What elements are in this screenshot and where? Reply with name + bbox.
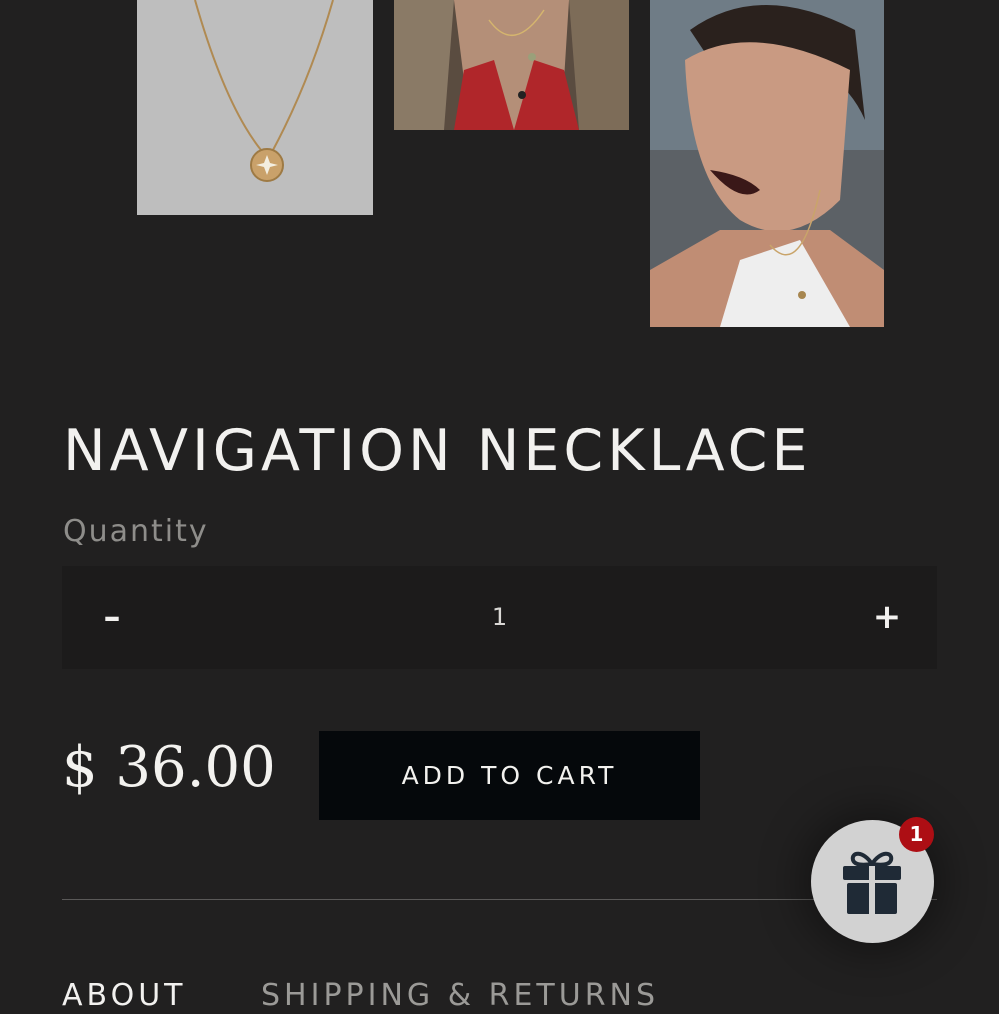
- product-title: NAVIGATION NECKLACE: [63, 418, 812, 484]
- product-image-model-plaid[interactable]: [394, 0, 629, 130]
- product-price: $ 36.00: [62, 735, 276, 800]
- tab-about[interactable]: ABOUT: [62, 978, 186, 1014]
- product-image-necklace[interactable]: [137, 0, 373, 215]
- quantity-increase-button[interactable]: +: [837, 566, 937, 669]
- add-to-cart-button[interactable]: ADD TO CART: [319, 731, 700, 820]
- quantity-stepper: – +: [62, 566, 937, 669]
- quantity-decrease-button[interactable]: –: [62, 566, 162, 669]
- tab-shipping-returns[interactable]: SHIPPING & RETURNS: [261, 978, 659, 1014]
- section-divider: [62, 899, 937, 900]
- product-image-model-laughing[interactable]: [650, 0, 884, 327]
- gift-count-badge: 1: [899, 817, 934, 852]
- quantity-label: Quantity: [63, 514, 209, 549]
- quantity-input[interactable]: [162, 596, 837, 638]
